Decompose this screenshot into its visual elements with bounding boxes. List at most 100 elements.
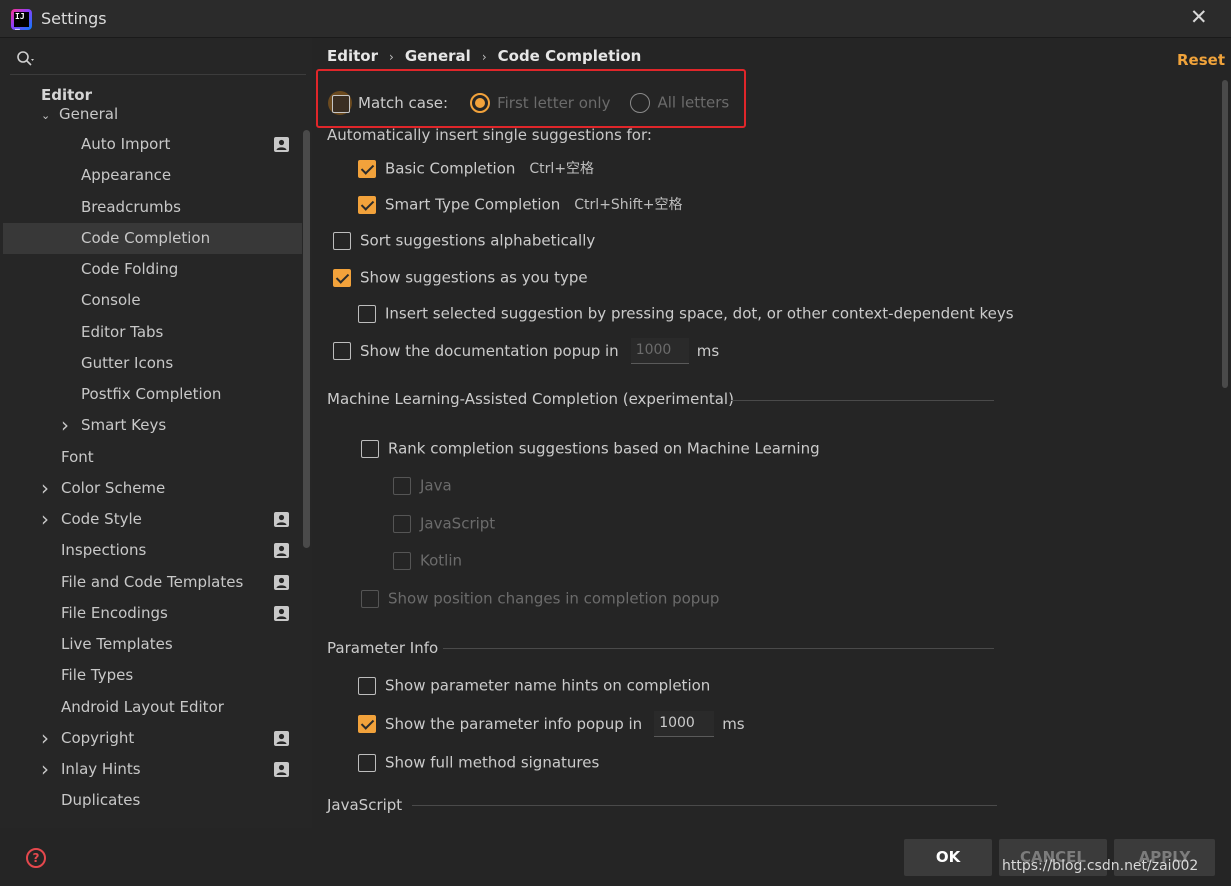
help-icon[interactable]: ? bbox=[26, 848, 46, 868]
sidebar-item-android-layout-editor[interactable]: Android Layout Editor bbox=[3, 692, 302, 723]
sidebar-item-file-and-code-templates[interactable]: File and Code Templates bbox=[3, 567, 302, 598]
ml-position-label: Show position changes in completion popu… bbox=[388, 589, 720, 608]
breadcrumb: Editor › General › Code Completion bbox=[327, 47, 641, 65]
breadcrumb-editor[interactable]: Editor bbox=[327, 47, 378, 65]
ml-kotlin-row: Kotlin bbox=[393, 548, 462, 572]
sidebar-item-label: Breadcrumbs bbox=[81, 197, 181, 216]
project-scope-icon bbox=[274, 512, 289, 527]
sidebar-item-label: Editor Tabs bbox=[81, 322, 164, 341]
sidebar-item-code-style[interactable]: › Code Style bbox=[3, 504, 302, 535]
chevron-right-icon[interactable]: › bbox=[41, 504, 49, 535]
chevron-right-icon[interactable]: › bbox=[41, 473, 49, 504]
sidebar-item-breadcrumbs[interactable]: Breadcrumbs bbox=[3, 192, 302, 223]
sidebar-item-appearance[interactable]: Appearance bbox=[3, 160, 302, 191]
sidebar-item-label: Copyright bbox=[61, 728, 135, 747]
tree-item-label: General bbox=[59, 105, 119, 123]
sidebar-item-live-templates[interactable]: Live Templates bbox=[3, 629, 302, 660]
search-icon[interactable] bbox=[16, 50, 36, 68]
doc-popup-unit: ms bbox=[696, 342, 720, 360]
breadcrumb-general[interactable]: General bbox=[405, 47, 471, 65]
sidebar-item-console[interactable]: Console bbox=[3, 285, 302, 316]
intellij-logo-icon: IJ _ bbox=[11, 9, 32, 30]
sidebar-item-label: Gutter Icons bbox=[81, 353, 174, 372]
match-case-row: Match case: First letter only All letters bbox=[328, 90, 729, 115]
basic-completion-label: Basic Completion bbox=[385, 159, 516, 178]
basic-completion-row: Basic Completion Ctrl+空格 bbox=[358, 156, 594, 180]
sidebar-item-duplicates[interactable]: Duplicates bbox=[3, 785, 302, 816]
show-as-type-label: Show suggestions as you type bbox=[360, 268, 588, 287]
sidebar-item-auto-import[interactable]: Auto Import bbox=[3, 129, 302, 160]
ok-button[interactable]: OK bbox=[904, 839, 992, 876]
chevron-right-icon[interactable]: › bbox=[41, 723, 49, 754]
sort-alpha-label: Sort suggestions alphabetically bbox=[360, 231, 596, 250]
param-info-popup-checkbox[interactable] bbox=[358, 715, 376, 733]
full-sigs-label: Show full method signatures bbox=[385, 753, 600, 772]
sort-alpha-checkbox[interactable] bbox=[333, 231, 351, 250]
sidebar-item-label: File Types bbox=[61, 666, 134, 685]
project-scope-icon bbox=[274, 762, 289, 777]
ml-position-checkbox[interactable] bbox=[361, 589, 379, 608]
insert-selected-checkbox[interactable] bbox=[358, 304, 376, 323]
param-name-hints-label: Show parameter name hints on completion bbox=[385, 676, 711, 695]
sidebar-item-label: Auto Import bbox=[81, 135, 171, 153]
sidebar-item-smart-keys[interactable]: › Smart Keys bbox=[3, 410, 302, 441]
project-scope-icon bbox=[274, 605, 289, 621]
smart-completion-row: Smart Type Completion Ctrl+Shift+空格 bbox=[358, 192, 682, 216]
match-case-checkbox[interactable] bbox=[328, 90, 352, 115]
ml-javascript-checkbox[interactable] bbox=[393, 514, 411, 533]
sidebar-item-font[interactable]: Font bbox=[3, 442, 302, 473]
tree-item-general[interactable]: ⌄ General bbox=[41, 105, 118, 123]
full-sigs-checkbox[interactable] bbox=[358, 753, 376, 772]
smart-completion-checkbox[interactable] bbox=[358, 195, 376, 214]
show-as-type-row: Show suggestions as you type bbox=[333, 265, 588, 289]
settings-sidebar: Editor ⌄ General Auto Import Appearance Bre… bbox=[0, 38, 312, 828]
doc-popup-checkbox[interactable] bbox=[333, 342, 351, 360]
sidebar-item-file-types[interactable]: File Types bbox=[3, 660, 302, 691]
sidebar-item-inspections[interactable]: Inspections bbox=[3, 535, 302, 566]
chevron-right-icon[interactable]: › bbox=[61, 410, 69, 441]
sidebar-item-editor-tabs[interactable]: Editor Tabs bbox=[3, 317, 302, 348]
doc-popup-ms-input[interactable]: 1000 bbox=[630, 338, 689, 364]
basic-completion-shortcut: Ctrl+空格 bbox=[529, 160, 595, 177]
basic-completion-checkbox[interactable] bbox=[358, 159, 376, 178]
content-scrollbar[interactable] bbox=[1222, 80, 1228, 388]
close-icon[interactable]: ✕ bbox=[1190, 5, 1208, 29]
param-name-hints-checkbox[interactable] bbox=[358, 676, 376, 695]
sidebar-item-copyright[interactable]: › Copyright bbox=[3, 723, 302, 754]
project-scope-icon bbox=[274, 730, 289, 746]
window-title: Settings bbox=[41, 9, 107, 28]
sidebar-item-label: Font bbox=[61, 447, 94, 466]
sidebar-item-gutter-icons[interactable]: Gutter Icons bbox=[3, 348, 302, 379]
chevron-right-icon[interactable]: › bbox=[41, 754, 49, 785]
tree-header-editor[interactable]: Editor bbox=[41, 86, 92, 104]
full-sigs-row: Show full method signatures bbox=[358, 750, 599, 774]
ml-position-row: Show position changes in completion popu… bbox=[361, 586, 719, 610]
radio-first-letter[interactable] bbox=[470, 92, 491, 113]
param-section-title: Parameter Info bbox=[327, 639, 439, 657]
param-section-divider bbox=[443, 648, 994, 649]
ml-java-checkbox[interactable] bbox=[393, 476, 411, 495]
search-divider bbox=[10, 74, 306, 75]
sidebar-item-postfix-completion[interactable]: Postfix Completion bbox=[3, 379, 302, 410]
smart-completion-shortcut: Ctrl+Shift+空格 bbox=[574, 196, 683, 213]
sidebar-item-code-folding[interactable]: Code Folding bbox=[3, 254, 302, 285]
show-as-type-checkbox[interactable] bbox=[333, 268, 351, 287]
param-info-popup-ms-input[interactable]: 1000 bbox=[654, 711, 715, 737]
sidebar-item-code-completion[interactable]: Code Completion bbox=[3, 222, 302, 254]
reset-link[interactable]: Reset bbox=[1177, 51, 1225, 69]
sidebar-item-color-scheme[interactable]: › Color Scheme bbox=[3, 473, 302, 504]
ml-rank-label: Rank completion suggestions based on Mac… bbox=[388, 439, 820, 458]
ml-java-row: Java bbox=[393, 473, 452, 497]
sidebar-scrollbar[interactable] bbox=[303, 130, 310, 548]
radio-all-letters[interactable] bbox=[630, 92, 651, 113]
sidebar-item-file-encodings[interactable]: File Encodings bbox=[3, 598, 302, 629]
chevron-down-icon[interactable]: ⌄ bbox=[41, 109, 59, 122]
ml-rank-row: Rank completion suggestions based on Mac… bbox=[361, 436, 820, 460]
ml-kotlin-checkbox[interactable] bbox=[393, 551, 411, 570]
ml-java-label: Java bbox=[420, 476, 452, 495]
ml-rank-checkbox[interactable] bbox=[361, 439, 379, 458]
param-info-popup-unit: ms bbox=[722, 715, 745, 733]
ml-section-title: Machine Learning-Assisted Completion (ex… bbox=[327, 390, 734, 408]
sidebar-item-label: Code Style bbox=[61, 510, 142, 528]
sidebar-item-inlay-hints[interactable]: › Inlay Hints bbox=[3, 754, 302, 785]
